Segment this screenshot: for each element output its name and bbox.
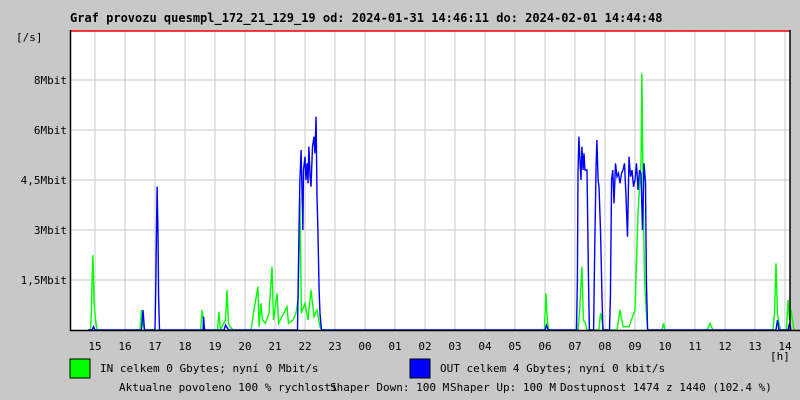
x-tick-label: 15 (88, 340, 101, 353)
x-tick-label: 11 (688, 340, 701, 353)
x-tick-label: 06 (538, 340, 551, 353)
traffic-chart: Graf provozu quesmpl_172_21_129_19 od: 2… (16, 11, 800, 394)
y-tick-label: 3Mbit (34, 224, 67, 237)
legend-in-swatch (69, 358, 91, 379)
x-tick-label: 17 (148, 340, 161, 353)
x-tick-label: 12 (718, 340, 731, 353)
chart-title: Graf provozu quesmpl_172_21_129_19 od: 2… (70, 11, 662, 26)
shaper-up-text: Shaper Up: 100 M (450, 381, 556, 394)
y-tick-label: 8Mbit (34, 74, 67, 87)
y-tick-label: 6Mbit (34, 124, 67, 137)
x-tick-label: 13 (748, 340, 761, 353)
x-tick-label: 20 (238, 340, 251, 353)
x-tick-label: 07 (568, 340, 581, 353)
x-tick-label: 02 (418, 340, 431, 353)
y-tick-label: 1,5Mbit (21, 274, 67, 287)
x-tick-label: 18 (178, 340, 191, 353)
legend-in-text: IN celkem 0 Gbytes; nyní 0 Mbit/s (100, 362, 319, 375)
x-tick-label: 00 (358, 340, 371, 353)
x-tick-label: 16 (118, 340, 131, 353)
x-tick-label: 19 (208, 340, 221, 353)
x-tick-label: 03 (448, 340, 461, 353)
x-tick-label: 22 (298, 340, 311, 353)
x-tick-label: 08 (598, 340, 611, 353)
x-tick-labels: 15 16 17 18 19 20 21 22 23 00 01 02 03 04 05 06 07 08 09 10… (88, 340, 792, 353)
legend-out-text: OUT celkem 4 Gbytes; nyní 0 kbit/s (440, 362, 665, 375)
y-tick-label: 4,5Mbit (21, 174, 67, 187)
y-tick-labels: 1,5Mbit 3Mbit 4,5Mbit 6Mbit 8Mbit (21, 74, 67, 287)
x-tick-label: 10 (658, 340, 671, 353)
x-tick-label: 09 (628, 340, 641, 353)
x-tick-label: 01 (388, 340, 401, 353)
x-axis-unit: [h] (770, 350, 790, 363)
legend-out-swatch (409, 358, 431, 379)
availability-text: Dostupnost 1474 z 1440 (102.4 %) (560, 381, 772, 394)
y-axis-unit: [/s] (16, 31, 43, 44)
x-tick-label: 05 (508, 340, 521, 353)
x-tick-label: 23 (328, 340, 341, 353)
x-tick-label: 21 (268, 340, 281, 353)
allowed-speed-text: Aktualne povoleno 100 % rychlosti (119, 381, 338, 394)
shaper-down-text: Shaper Down: 100 M (330, 381, 450, 394)
x-tick-label: 04 (478, 340, 492, 353)
